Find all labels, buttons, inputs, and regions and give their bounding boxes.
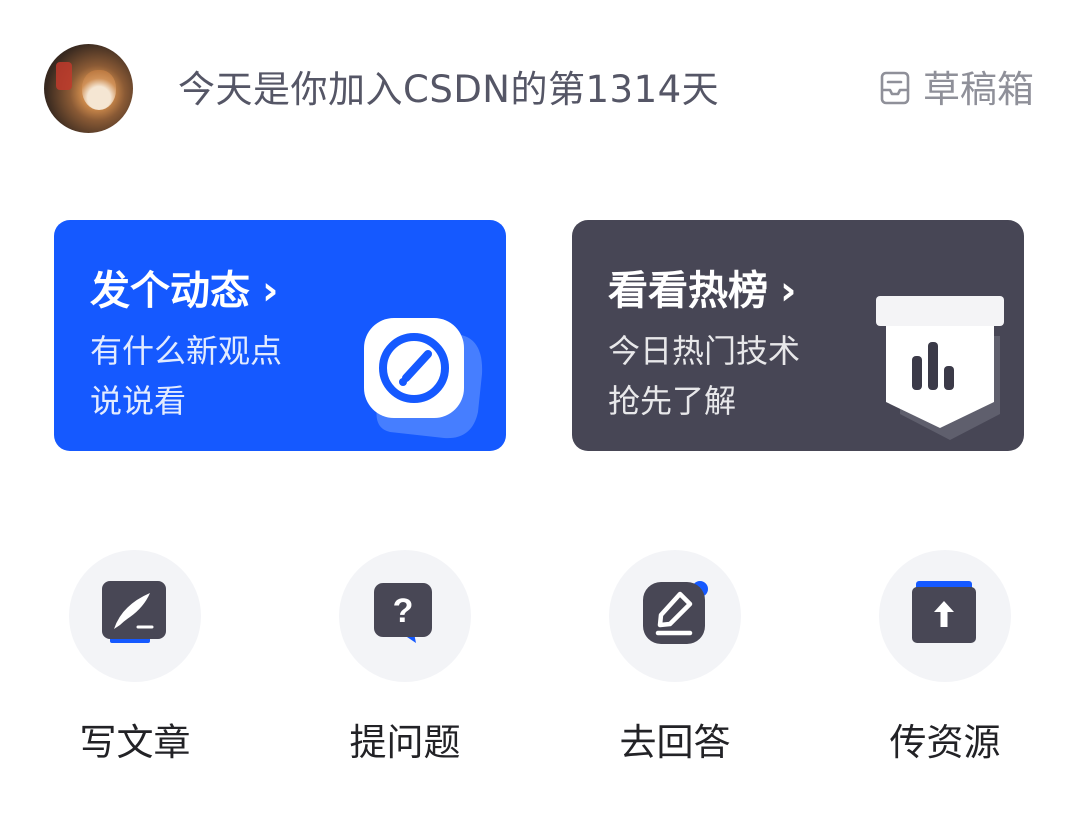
drafts-label: 草稿箱 <box>923 68 1034 111</box>
write-article-button[interactable]: 写文章 <box>35 550 235 766</box>
chevron-right-icon: › <box>780 268 797 314</box>
drafts-button[interactable]: 草稿箱 <box>879 62 1034 118</box>
hot-list-card[interactable]: 看看热榜 › 今日热门技术 抢先了解 <box>572 220 1024 451</box>
go-answer-circle <box>609 550 741 682</box>
upload-resource-circle <box>879 550 1011 682</box>
ask-question-circle: ? <box>339 550 471 682</box>
avatar-decoration <box>56 62 72 90</box>
hot-card-title-text: 看看热榜 <box>608 268 768 314</box>
post-card-subtitle-1: 有什么新观点 <box>90 332 283 370</box>
quick-actions: 写文章 ? 提问题 去回答 传资源 <box>0 550 1080 780</box>
post-card-title-text: 发个动态 <box>90 268 250 314</box>
post-card-title: 发个动态 › <box>90 258 278 316</box>
chevron-right-icon: › <box>262 268 279 314</box>
pencil-answer-icon <box>640 579 710 653</box>
upload-resource-icon <box>910 579 980 653</box>
quill-article-icon <box>100 579 170 653</box>
go-answer-label: 去回答 <box>619 721 731 764</box>
post-card-subtitle-2: 说说看 <box>90 382 187 420</box>
question-bubble-icon: ? <box>370 579 440 653</box>
avatar-dog <box>82 70 116 110</box>
header: 今天是你加入CSDN的第1314天 草稿箱 <box>0 0 1080 180</box>
write-article-circle <box>69 550 201 682</box>
hot-card-subtitle-1: 今日热门技术 <box>608 332 801 370</box>
trending-chart-icon <box>872 294 1012 444</box>
post-update-card[interactable]: 发个动态 › 有什么新观点 说说看 <box>54 220 506 451</box>
go-answer-button[interactable]: 去回答 <box>575 550 775 766</box>
write-article-label: 写文章 <box>79 721 191 764</box>
upload-resource-button[interactable]: 传资源 <box>845 550 1045 766</box>
welcome-text: 今天是你加入CSDN的第1314天 <box>178 68 720 111</box>
upload-resource-label: 传资源 <box>889 721 1001 764</box>
hot-card-title: 看看热榜 › <box>608 258 796 316</box>
ask-question-label: 提问题 <box>349 721 461 764</box>
svg-text:?: ? <box>393 592 414 630</box>
drafts-box-icon <box>879 70 911 110</box>
compose-pen-icon <box>360 312 490 442</box>
ask-question-button[interactable]: ? 提问题 <box>305 550 505 766</box>
avatar[interactable] <box>44 44 133 133</box>
hot-card-subtitle-2: 抢先了解 <box>608 382 737 420</box>
